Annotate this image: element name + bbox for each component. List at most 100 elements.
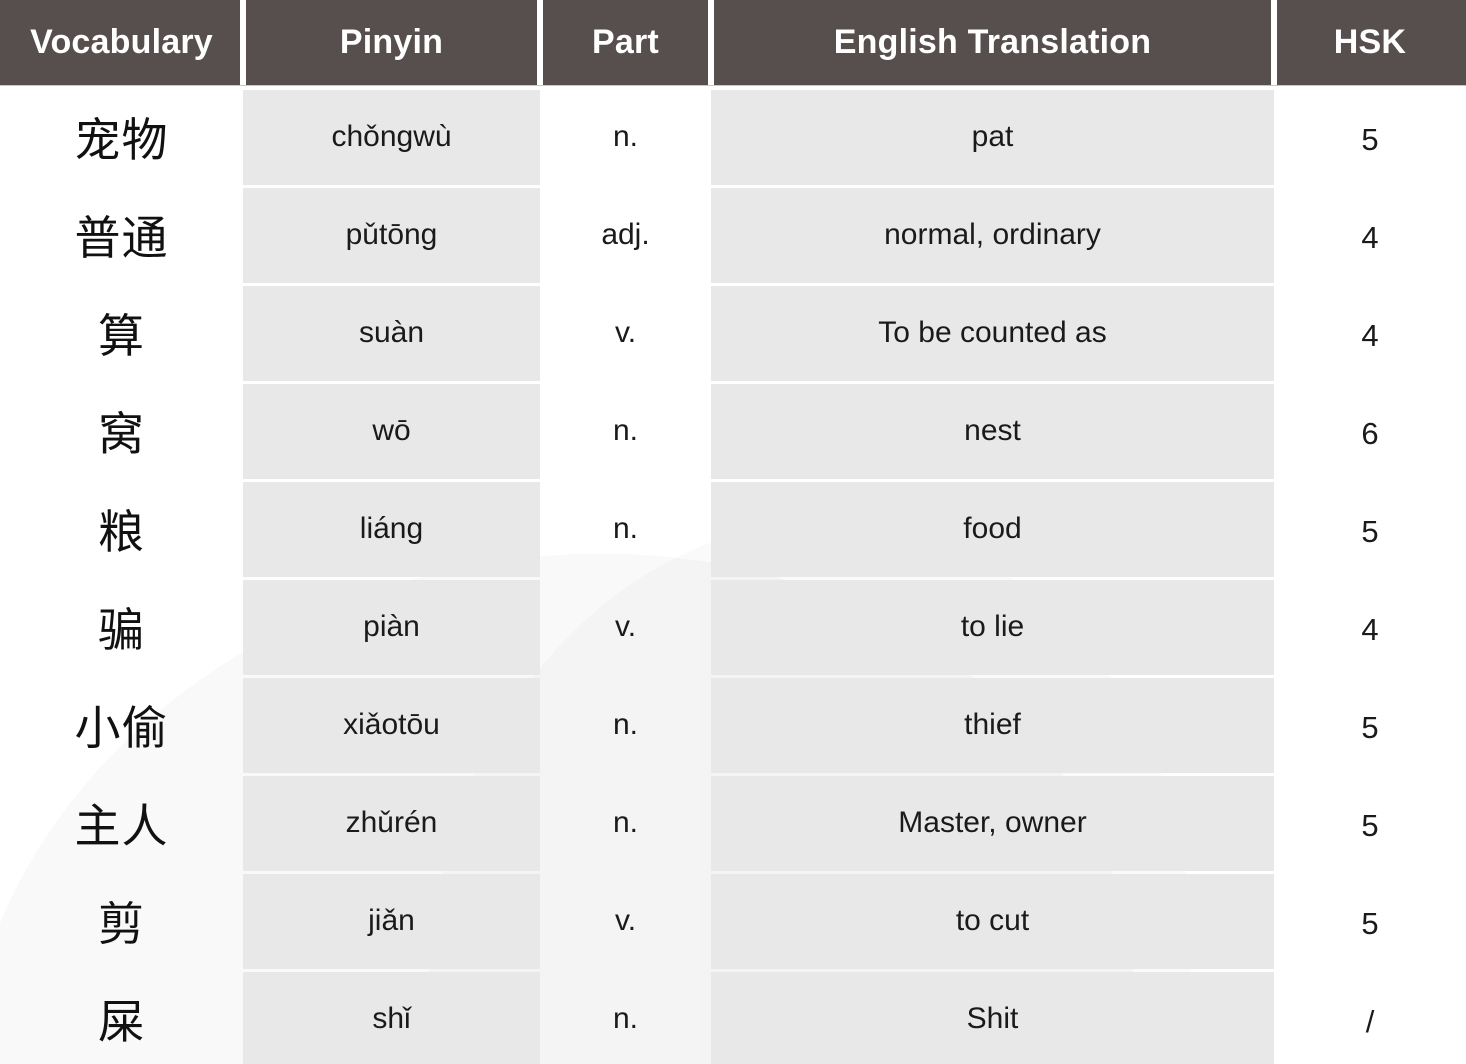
cell-hsk: 5: [1274, 477, 1466, 575]
cell-pinyin-text: jiǎn: [368, 904, 415, 937]
cell-part-box: v.: [540, 580, 711, 675]
table-row[interactable]: 宠物 chǒngwù n. pat 5: [0, 85, 1466, 185]
cell-vocabulary-text: 骗: [98, 603, 145, 657]
cell-vocabulary-box: 骗: [0, 580, 243, 675]
table-row[interactable]: 粮 liáng n. food 5: [0, 477, 1466, 577]
column-header-vocabulary-label: Vocabulary: [30, 23, 213, 61]
table-row[interactable]: 剪 jiǎn v. to cut 5: [0, 869, 1466, 969]
cell-part-box: v.: [540, 286, 711, 381]
table-body: 宠物 chǒngwù n. pat 5 普通 pǔtōng adj. normal, ordin…: [0, 85, 1466, 1064]
cell-part-text: v.: [614, 316, 637, 349]
cell-hsk: 4: [1274, 575, 1466, 673]
column-header-hsk[interactable]: HSK: [1271, 0, 1466, 85]
cell-vocabulary-box: 算: [0, 286, 243, 381]
cell-hsk: 4: [1274, 281, 1466, 379]
cell-hsk-text: 5: [1361, 122, 1379, 157]
cell-pinyin-box: pǔtōng: [243, 187, 540, 283]
cell-hsk-text: 5: [1361, 906, 1379, 941]
cell-english-text: food: [963, 512, 1022, 545]
cell-part: v.: [540, 869, 711, 967]
cell-english-text: pat: [971, 120, 1014, 153]
cell-english-box: Master, owner: [711, 775, 1274, 871]
cell-hsk: 5: [1274, 673, 1466, 771]
cell-part: v.: [540, 281, 711, 379]
table-header-row: Vocabulary Pinyin Part English Translati…: [0, 0, 1466, 85]
cell-vocabulary-box: 普通: [0, 188, 243, 283]
cell-vocabulary: 算: [0, 281, 243, 379]
cell-hsk: 5: [1274, 85, 1466, 183]
cell-english: To be counted as: [711, 281, 1274, 381]
cell-pinyin: chǒngwù: [243, 85, 540, 185]
cell-pinyin-box: xiǎotōu: [243, 677, 540, 773]
cell-part-box: n.: [540, 972, 711, 1064]
cell-part-text: n.: [612, 806, 639, 839]
column-header-part[interactable]: Part: [537, 0, 711, 85]
cell-part-text: n.: [612, 512, 639, 545]
cell-pinyin-box: wō: [243, 383, 540, 479]
cell-part-text: adj.: [601, 218, 650, 251]
cell-pinyin: pǔtōng: [243, 183, 540, 283]
cell-part: n.: [540, 477, 711, 575]
cell-hsk-text: 6: [1361, 416, 1379, 451]
cell-english-text: Master, owner: [898, 806, 1087, 839]
cell-english: Master, owner: [711, 771, 1274, 871]
cell-pinyin: suàn: [243, 281, 540, 381]
cell-vocabulary: 普通: [0, 183, 243, 281]
cell-english-box: thief: [711, 677, 1274, 773]
cell-hsk: 6: [1274, 379, 1466, 477]
table-row[interactable]: 屎 shǐ n. Shit /: [0, 967, 1466, 1064]
table-row[interactable]: 算 suàn v. To be counted as 4: [0, 281, 1466, 381]
cell-hsk-text: 5: [1361, 808, 1379, 843]
cell-vocabulary-box: 小偷: [0, 678, 243, 773]
column-header-english[interactable]: English Translation: [708, 0, 1274, 85]
cell-hsk-text: /: [1365, 1004, 1375, 1039]
column-header-pinyin[interactable]: Pinyin: [240, 0, 540, 85]
cell-part: adj.: [540, 183, 711, 281]
table-row[interactable]: 小偷 xiǎotōu n. thief 5: [0, 673, 1466, 773]
cell-pinyin-box: jiǎn: [243, 873, 540, 969]
cell-english: thief: [711, 673, 1274, 773]
cell-hsk: 5: [1274, 869, 1466, 967]
cell-pinyin-text: shǐ: [372, 1002, 411, 1035]
cell-part: n.: [540, 85, 711, 183]
cell-english: to lie: [711, 575, 1274, 675]
cell-english-box: normal, ordinary: [711, 187, 1274, 283]
table-row[interactable]: 普通 pǔtōng adj. normal, ordinary 4: [0, 183, 1466, 283]
column-header-vocabulary[interactable]: Vocabulary: [0, 0, 243, 85]
cell-vocabulary-text: 剪: [98, 897, 145, 951]
cell-vocabulary: 小偷: [0, 673, 243, 771]
cell-pinyin: liáng: [243, 477, 540, 577]
cell-pinyin-text: chǒngwù: [331, 120, 452, 153]
cell-pinyin-text: pǔtōng: [345, 218, 438, 251]
cell-pinyin: wō: [243, 379, 540, 479]
cell-english-box: To be counted as: [711, 285, 1274, 381]
cell-english-box: Shit: [711, 971, 1274, 1064]
cell-part: n.: [540, 967, 711, 1064]
cell-part-text: n.: [612, 120, 639, 153]
cell-pinyin-text: suàn: [358, 316, 425, 349]
cell-hsk-box: /: [1274, 988, 1466, 1064]
cell-part-text: v.: [614, 904, 637, 937]
cell-part: n.: [540, 771, 711, 869]
table-row[interactable]: 主人 zhǔrén n. Master, owner 5: [0, 771, 1466, 871]
cell-vocabulary-box: 主人: [0, 776, 243, 871]
cell-english-box: nest: [711, 383, 1274, 479]
cell-pinyin-box: chǒngwù: [243, 89, 540, 185]
cell-hsk: /: [1274, 967, 1466, 1064]
table-row[interactable]: 骗 piàn v. to lie 4: [0, 575, 1466, 675]
column-header-part-label: Part: [592, 23, 659, 61]
cell-pinyin-box: suàn: [243, 285, 540, 381]
cell-vocabulary: 屎: [0, 967, 243, 1064]
cell-part-box: n.: [540, 678, 711, 773]
cell-hsk: 5: [1274, 771, 1466, 869]
column-header-pinyin-label: Pinyin: [339, 23, 444, 61]
table-row[interactable]: 窝 wō n. nest 6: [0, 379, 1466, 479]
cell-hsk-text: 4: [1361, 318, 1379, 353]
cell-vocabulary-text: 粮: [98, 505, 145, 559]
cell-vocabulary: 骗: [0, 575, 243, 673]
cell-part-box: n.: [540, 90, 711, 185]
cell-part-text: n.: [612, 708, 639, 741]
cell-english: pat: [711, 85, 1274, 185]
cell-pinyin-text: wō: [372, 414, 411, 447]
cell-english-box: food: [711, 481, 1274, 577]
